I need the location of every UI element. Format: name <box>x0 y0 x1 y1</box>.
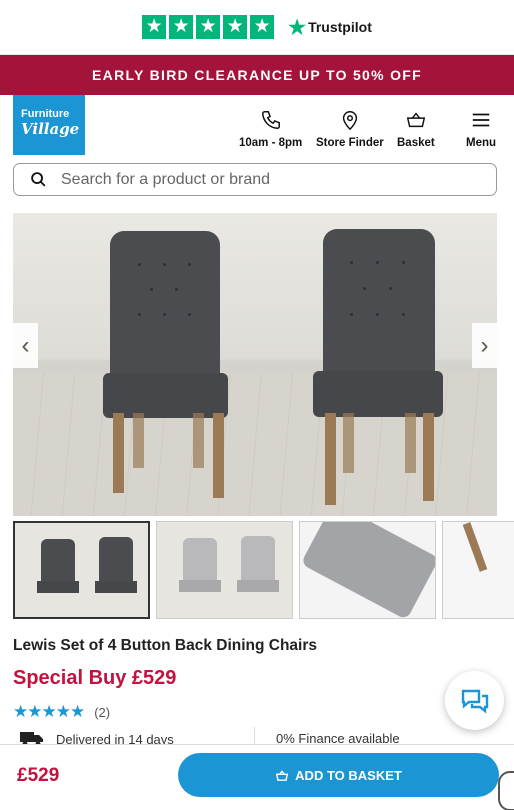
thumb-chair-shape <box>183 538 217 582</box>
chair-back-left <box>110 231 220 381</box>
chair-leg <box>423 413 434 501</box>
chair-leg <box>405 413 416 473</box>
chair-seat-right <box>313 371 443 417</box>
add-to-basket-button[interactable]: ADD TO BASKET <box>178 753 499 797</box>
thumbnail-seat-detail[interactable] <box>299 521 436 619</box>
menu-label: Menu <box>466 137 497 149</box>
product-rating[interactable]: ★★★★★ (2) <box>13 702 110 722</box>
tuft <box>138 263 141 266</box>
trustpilot-logo-star-icon: ★ <box>288 16 307 39</box>
search-input[interactable]: Search for a product or brand <box>13 163 497 196</box>
edge-tab[interactable] <box>498 771 514 810</box>
basket-label: Basket <box>397 137 435 149</box>
tuft <box>175 288 178 291</box>
trustpilot-star-icon: ★ <box>169 15 194 39</box>
thumb-chair-shape <box>237 580 279 592</box>
site-header: Furniture Village 10am - 8pm Store Finde… <box>0 95 514 155</box>
rating-stars-icon: ★★★★★ <box>13 702 85 721</box>
tuft <box>376 261 379 264</box>
trustpilot-star-icon: ★ <box>142 15 167 39</box>
trustpilot-brand: Trustpilot <box>308 19 372 35</box>
chair-leg <box>133 413 144 468</box>
logo-line-2: Village <box>21 120 80 138</box>
chair-leg <box>343 413 354 473</box>
tuft <box>389 287 392 290</box>
opening-hours-label: 10am - 8pm <box>239 137 303 149</box>
chair-leg <box>213 413 224 498</box>
add-to-basket-label: ADD TO BASKET <box>295 767 402 783</box>
tuft <box>350 261 353 264</box>
basket-link[interactable]: Basket <box>397 109 435 149</box>
tuft <box>188 313 191 316</box>
trustpilot-logo: ★ Trustpilot <box>288 15 372 40</box>
bottom-price: £529 <box>17 765 60 786</box>
thumb-chair-shape <box>41 539 75 583</box>
product-main-image[interactable] <box>13 213 497 516</box>
tuft <box>138 313 141 316</box>
tuft <box>350 313 353 316</box>
chat-button[interactable] <box>445 671 504 730</box>
phone-icon <box>261 111 280 129</box>
basket-icon <box>406 112 426 128</box>
chair-back-right <box>323 229 435 381</box>
thumb-chair-shape <box>95 581 137 593</box>
tuft <box>150 288 153 291</box>
thumb-seat-shape <box>300 522 435 618</box>
tuft <box>402 261 405 264</box>
chair-leg <box>113 413 124 493</box>
special-buy-price: Special Buy £529 <box>13 667 177 689</box>
gallery-thumbnails <box>13 521 514 619</box>
menu-button[interactable]: Menu <box>466 109 496 149</box>
gallery-next-button[interactable]: › <box>472 323 497 368</box>
tuft <box>163 263 166 266</box>
tuft <box>163 313 166 316</box>
thumbnail-dark-grey-chairs[interactable] <box>13 521 150 619</box>
chair-seat-left <box>103 373 228 418</box>
search-icon <box>31 172 46 187</box>
thumb-chair-shape <box>241 536 275 582</box>
thumb-chair-shape <box>99 537 133 583</box>
store-finder-label: Store Finder <box>316 137 384 149</box>
chair-leg <box>325 413 336 505</box>
thumb-leg-shape <box>462 522 488 572</box>
opening-hours-link[interactable]: 10am - 8pm <box>239 109 302 149</box>
thumbnail-light-grey-chairs[interactable] <box>156 521 293 619</box>
location-pin-icon <box>342 111 358 131</box>
tuft <box>363 287 366 290</box>
trustpilot-star-icon: ★ <box>223 15 248 39</box>
thumb-chair-shape <box>37 581 79 593</box>
trustpilot-rating-stars: ★ ★ ★ ★ ★ <box>142 15 275 39</box>
hamburger-menu-icon <box>472 113 490 127</box>
sticky-add-to-basket-bar: £529 ADD TO BASKET <box>0 744 514 810</box>
review-count: (2) <box>94 704 111 720</box>
basket-icon <box>276 769 289 781</box>
gallery-prev-button[interactable]: ‹ <box>13 323 38 368</box>
furniture-village-logo[interactable]: Furniture Village <box>13 95 85 155</box>
store-finder-link[interactable]: Store Finder <box>316 109 384 149</box>
trustpilot-star-icon: ★ <box>250 15 275 39</box>
trustpilot-bar[interactable]: ★ ★ ★ ★ ★ ★ Trustpilot <box>0 0 514 55</box>
promo-banner[interactable]: EARLY BIRD CLEARANCE UP TO 50% OFF <box>0 55 514 95</box>
logo-line-1: Furniture <box>21 108 70 120</box>
tuft <box>402 313 405 316</box>
chair-leg <box>193 413 204 468</box>
trustpilot-star-icon: ★ <box>196 15 221 39</box>
thumb-chair-shape <box>179 580 221 592</box>
tuft <box>376 313 379 316</box>
product-title: Lewis Set of 4 Button Back Dining Chairs <box>13 637 318 654</box>
thumbnail-leg-detail[interactable] <box>442 521 514 619</box>
search-placeholder: Search for a product or brand <box>61 170 271 188</box>
tuft <box>188 263 191 266</box>
chat-bubbles-icon <box>461 689 488 713</box>
